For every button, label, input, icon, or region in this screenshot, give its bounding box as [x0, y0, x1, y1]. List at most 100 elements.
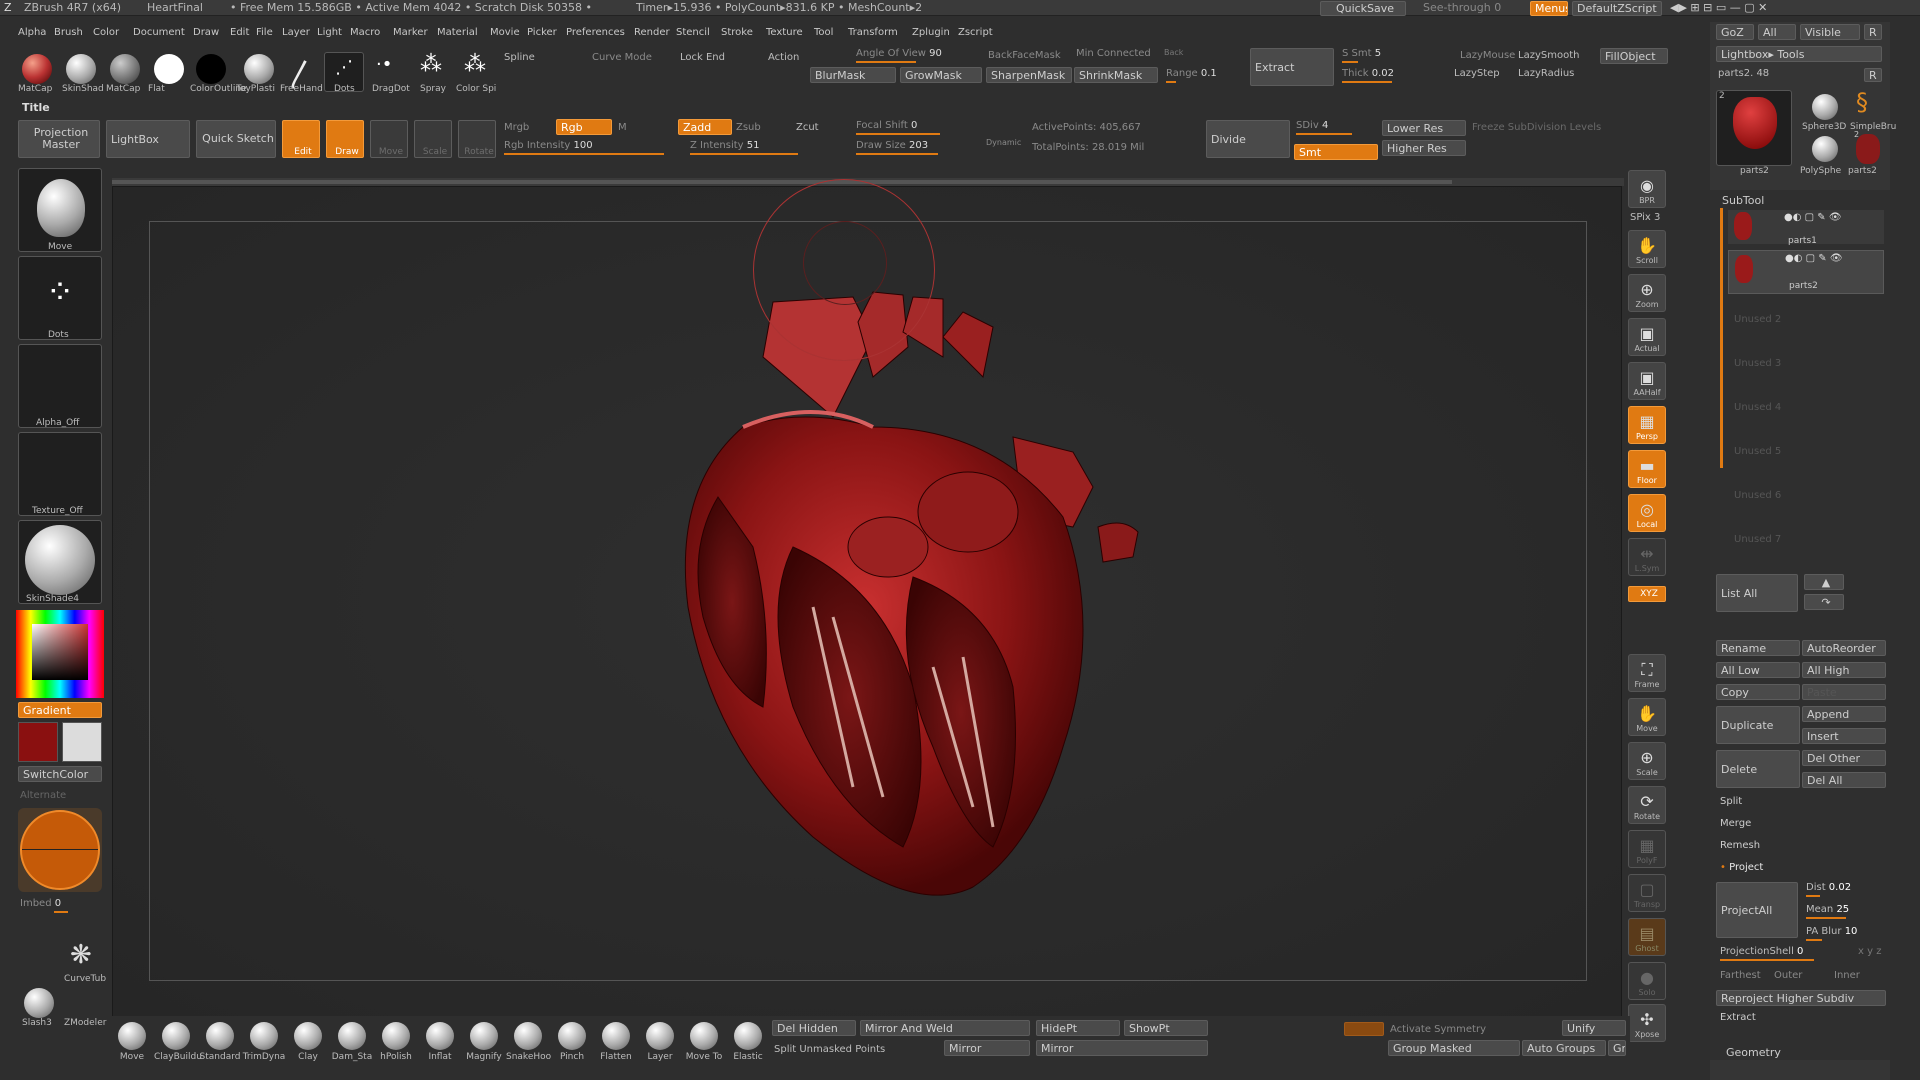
gradient-toggle[interactable]: Gradient [18, 702, 102, 718]
menu-draw[interactable]: Draw [193, 27, 219, 38]
merge-section[interactable]: Merge [1720, 818, 1751, 829]
lazystep-slider[interactable]: LazyStep [1454, 68, 1500, 79]
imbed-slider[interactable]: Imbed 0 [20, 898, 68, 913]
autoreorder-button[interactable]: AutoReorder [1802, 640, 1886, 656]
brush-preview[interactable] [18, 168, 102, 252]
default-zscript-button[interactable]: DefaultZScript [1572, 1, 1662, 16]
lsym-button[interactable]: ⇹ L.Sym [1628, 538, 1666, 576]
brush-clay[interactable]: Clay [286, 1020, 330, 1066]
texture-preview[interactable] [18, 432, 102, 516]
menu-texture[interactable]: Texture [766, 27, 803, 38]
scale-mode-button[interactable]: Scale [414, 120, 452, 158]
move-mode-button[interactable]: Move [370, 120, 408, 158]
rotate-button[interactable]: ⟳ Rotate [1628, 786, 1666, 824]
ghost-button[interactable]: ▤ Ghost [1628, 918, 1666, 956]
slash3-icon[interactable] [24, 988, 54, 1018]
curve-mode-toggle[interactable]: Curve Mode [592, 52, 652, 63]
menu-material[interactable]: Material [437, 27, 478, 38]
solo-button[interactable]: ● Solo [1628, 962, 1666, 1000]
zsub-toggle[interactable]: Zsub [736, 122, 761, 133]
action-toggle[interactable]: Action [768, 52, 799, 63]
menu-tool[interactable]: Tool [814, 27, 833, 38]
groups-button[interactable]: Gr [1608, 1040, 1626, 1056]
gizmo-orientation[interactable] [18, 808, 102, 892]
shrinkmask-button[interactable]: ShrinkMask [1074, 67, 1158, 83]
frame-button[interactable]: ⛶ Frame [1628, 654, 1666, 692]
rgb-toggle[interactable]: Rgb [556, 119, 612, 135]
polysphere-thumb[interactable] [1812, 136, 1838, 162]
menu-zscript[interactable]: Zscript [958, 27, 993, 38]
lazyradius-slider[interactable]: LazyRadius [1518, 68, 1574, 79]
bpr-button[interactable]: ◉ BPR [1628, 170, 1666, 208]
alpha-preview[interactable] [18, 344, 102, 428]
spray-icon[interactable]: ⁂ [420, 52, 442, 77]
hidept-button[interactable]: HidePt [1036, 1020, 1120, 1036]
rgb-intensity-slider[interactable]: Rgb Intensity 100 [504, 140, 664, 155]
menu-brush[interactable]: Brush [54, 27, 83, 38]
lightbox-button[interactable]: LightBox [106, 120, 190, 158]
r-button-2[interactable]: R [1864, 68, 1882, 82]
zcut-toggle[interactable]: Zcut [796, 122, 819, 133]
project-section[interactable]: • Project [1720, 862, 1763, 873]
mirror-button-2[interactable]: Mirror [1036, 1040, 1208, 1056]
subtool-slot-unused[interactable]: Unused 2 [1734, 314, 1781, 325]
subtool-slot-unused[interactable]: Unused 5 [1734, 446, 1781, 457]
parts2-small-thumb[interactable]: 2 [1854, 130, 1880, 164]
menu-color[interactable]: Color [93, 27, 119, 38]
all-high-button[interactable]: All High [1802, 662, 1886, 678]
lower-res-button[interactable]: Lower Res [1382, 120, 1466, 136]
symmetry-orange-toggle[interactable] [1344, 1022, 1384, 1036]
del-hidden-button[interactable]: Del Hidden [772, 1020, 856, 1036]
curvetube-icon[interactable]: ❋ [70, 940, 92, 970]
polyf-button[interactable]: ▦ PolyF [1628, 830, 1666, 868]
brush-claybuildu[interactable]: ClayBuildu [154, 1020, 202, 1066]
floor-button[interactable]: ▬ Floor [1628, 450, 1666, 488]
menu-marker[interactable]: Marker [393, 27, 428, 38]
r-button[interactable]: R [1864, 24, 1882, 40]
duplicate-button[interactable]: Duplicate [1716, 706, 1800, 744]
skinshade-icon[interactable] [66, 54, 96, 84]
menu-file[interactable]: File [256, 27, 273, 38]
menu-transform[interactable]: Transform [848, 27, 898, 38]
range-slider[interactable]: Range 0.1 [1166, 68, 1217, 83]
window-controls-icon[interactable]: ◀▶ ⊞ ⊟ ▭ — ▢ ✕ [1670, 1, 1767, 14]
actual-button[interactable]: ▣ Actual [1628, 318, 1666, 356]
main-color-swatch[interactable] [18, 722, 58, 762]
viewport-canvas[interactable] [112, 179, 1622, 1018]
mrgb-toggle[interactable]: Mrgb [504, 122, 529, 133]
dynamic-toggle[interactable]: Dynamic [986, 138, 1021, 147]
subtool-slot-unused[interactable]: Unused 3 [1734, 358, 1781, 369]
subtool-slot-unused[interactable]: Unused 6 [1734, 490, 1781, 501]
paste-button[interactable]: Paste [1802, 684, 1886, 700]
subtool-slot-unused[interactable]: Unused 4 [1734, 402, 1781, 413]
toyplastic-icon[interactable] [244, 54, 274, 84]
menu-edit[interactable]: Edit [230, 27, 249, 38]
see-through-slider[interactable]: See-through 0 [1423, 1, 1501, 14]
auto-groups-button[interactable]: Auto Groups [1522, 1040, 1606, 1056]
scroll-button[interactable]: ✋ Scroll [1628, 230, 1666, 268]
mirror-and-weld-button[interactable]: Mirror And Weld [860, 1020, 1030, 1036]
subtool-scrollbar[interactable] [1720, 208, 1723, 468]
menu-movie[interactable]: Movie [490, 27, 520, 38]
menu-picker[interactable]: Picker [527, 27, 557, 38]
menus-button[interactable]: Menus [1530, 1, 1568, 16]
focal-shift-slider[interactable]: Focal Shift 0 [856, 120, 940, 135]
menu-alpha[interactable]: Alpha [18, 27, 46, 38]
brush-layer[interactable]: Layer [638, 1020, 682, 1066]
menu-light[interactable]: Light [317, 27, 342, 38]
brush-magnify[interactable]: Magnify [462, 1020, 506, 1066]
group-masked-button[interactable]: Group Masked [1388, 1040, 1520, 1056]
visible-button[interactable]: Visible [1800, 24, 1860, 40]
dragdot-icon[interactable]: ·• [376, 54, 392, 75]
draw-size-slider[interactable]: Draw Size 203 [856, 140, 938, 155]
min-connected-slider[interactable]: Min Connected [1076, 48, 1151, 59]
subtool-controls-icon[interactable]: ●◐ ▢ ✎ 👁 [1784, 212, 1842, 223]
lazymouse-toggle[interactable]: LazyMouse [1460, 50, 1515, 61]
sdiv-slider[interactable]: SDiv 4 [1296, 120, 1352, 135]
higher-res-button[interactable]: Higher Res [1382, 140, 1466, 156]
menu-stroke[interactable]: Stroke [721, 27, 753, 38]
list-all-button[interactable]: List All [1716, 574, 1798, 612]
rotate-mode-button[interactable]: Rotate [458, 120, 496, 158]
divide-button[interactable]: Divide [1206, 120, 1290, 158]
sphere3d-thumb[interactable] [1812, 94, 1838, 120]
